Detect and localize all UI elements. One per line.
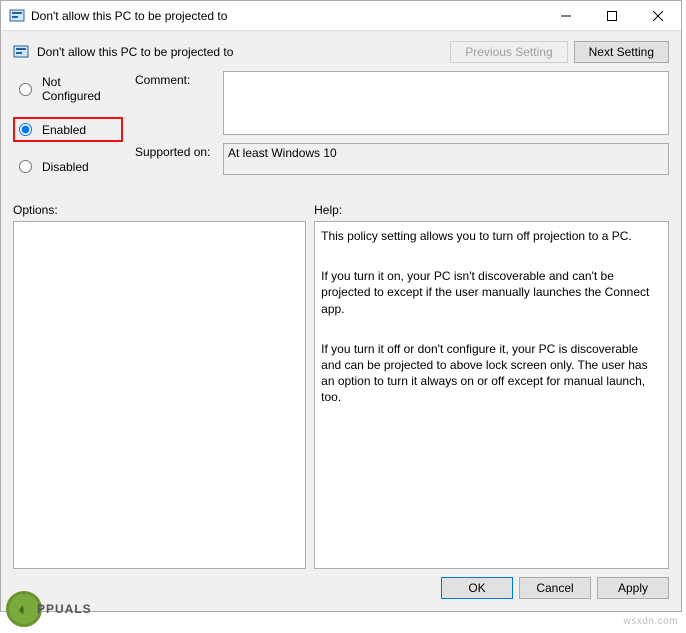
options-column: Options: xyxy=(13,201,306,569)
policy-editor-window: Don't allow this PC to be projected to D… xyxy=(0,0,682,612)
nav-buttons: Previous Setting Next Setting xyxy=(450,41,669,63)
radio-disabled[interactable]: Disabled xyxy=(13,154,123,179)
window-title: Don't allow this PC to be projected to xyxy=(31,9,543,23)
config-section: Not Configured Enabled Disabled Comment:… xyxy=(1,71,681,201)
options-label: Options: xyxy=(13,201,306,221)
help-paragraph: If you turn it on, your PC isn't discove… xyxy=(321,268,650,317)
radio-not-configured-input[interactable] xyxy=(19,83,32,96)
help-paragraph: This policy setting allows you to turn o… xyxy=(321,228,650,244)
help-label: Help: xyxy=(314,201,669,221)
header-row: Don't allow this PC to be projected to P… xyxy=(1,31,681,71)
previous-setting-button: Previous Setting xyxy=(450,41,567,63)
policy-icon xyxy=(9,8,25,24)
ok-button[interactable]: OK xyxy=(441,577,513,599)
help-column: Help: This policy setting allows you to … xyxy=(314,201,669,569)
maximize-button[interactable] xyxy=(589,1,635,30)
fields: Comment: Supported on: At least Windows … xyxy=(135,71,669,191)
state-radio-group: Not Configured Enabled Disabled xyxy=(13,71,123,191)
supported-row: Supported on: At least Windows 10 xyxy=(135,143,669,175)
comment-textarea[interactable] xyxy=(223,71,669,135)
radio-disabled-label: Disabled xyxy=(42,160,89,174)
next-setting-button[interactable]: Next Setting xyxy=(574,41,669,63)
apply-button[interactable]: Apply xyxy=(597,577,669,599)
radio-disabled-input[interactable] xyxy=(19,160,32,173)
radio-enabled[interactable]: Enabled xyxy=(13,117,123,142)
cancel-button[interactable]: Cancel xyxy=(519,577,591,599)
radio-enabled-input[interactable] xyxy=(19,123,32,136)
appuals-logo: ◐ PPUALS xyxy=(6,591,92,627)
comment-label: Comment: xyxy=(135,71,223,135)
header-title: Don't allow this PC to be projected to xyxy=(37,45,450,59)
close-button[interactable] xyxy=(635,1,681,30)
footer-buttons: OK Cancel Apply xyxy=(1,569,681,611)
watermark: wsxdn.com xyxy=(623,616,678,627)
radio-not-configured[interactable]: Not Configured xyxy=(13,73,123,105)
options-box xyxy=(13,221,306,569)
radio-not-configured-label: Not Configured xyxy=(42,75,119,103)
titlebar: Don't allow this PC to be projected to xyxy=(1,1,681,31)
minimize-button[interactable] xyxy=(543,1,589,30)
window-controls xyxy=(543,1,681,30)
appuals-text: PPUALS xyxy=(37,602,92,616)
comment-row: Comment: xyxy=(135,71,669,135)
radio-enabled-label: Enabled xyxy=(42,123,86,137)
help-paragraph: If you turn it off or don't configure it… xyxy=(321,341,650,406)
policy-icon xyxy=(13,44,29,60)
supported-label: Supported on: xyxy=(135,143,223,175)
supported-value: At least Windows 10 xyxy=(223,143,669,175)
help-box[interactable]: This policy setting allows you to turn o… xyxy=(314,221,669,569)
lower-section: Options: Help: This policy setting allow… xyxy=(1,201,681,569)
